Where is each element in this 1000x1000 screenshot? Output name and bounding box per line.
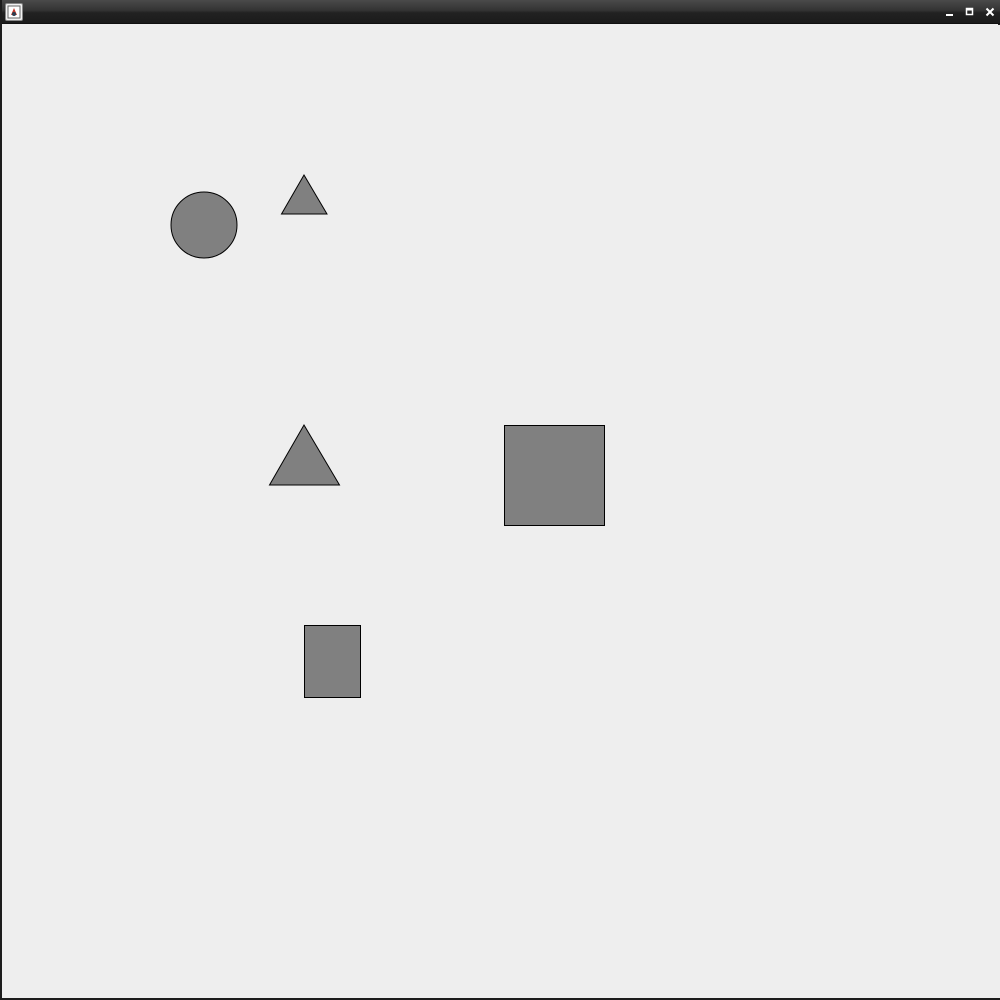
close-button[interactable] xyxy=(982,3,998,21)
java-app-icon[interactable] xyxy=(5,3,23,21)
square-shape[interactable] xyxy=(504,425,605,526)
maximize-icon xyxy=(965,7,974,16)
maximize-button[interactable] xyxy=(962,3,978,21)
minimize-button[interactable] xyxy=(942,3,958,21)
small-triangle-shape[interactable] xyxy=(280,174,328,215)
rectangle-shape[interactable] xyxy=(304,625,361,698)
large-triangle-shape[interactable] xyxy=(268,424,341,486)
close-icon xyxy=(985,7,995,17)
title-bar[interactable] xyxy=(2,0,1000,24)
window-controls xyxy=(942,3,998,21)
shapes-layer xyxy=(170,174,605,698)
minimize-icon xyxy=(946,14,953,16)
app-window xyxy=(0,0,1000,1000)
circle-shape[interactable] xyxy=(170,191,238,259)
drawing-canvas[interactable] xyxy=(4,25,1000,998)
